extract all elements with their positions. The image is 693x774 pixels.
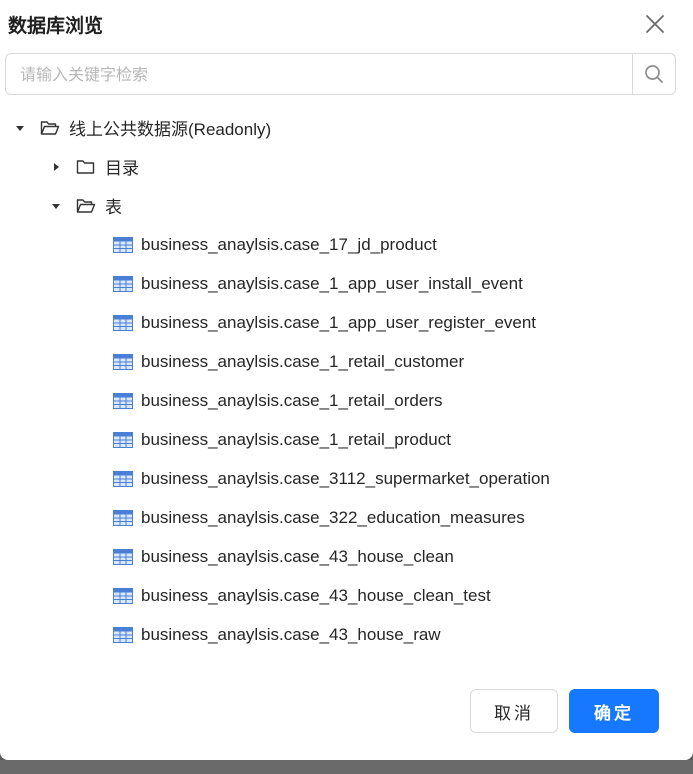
tree-node-directory[interactable]: 目录	[47, 147, 139, 186]
table-icon	[113, 392, 133, 409]
table-name: business_anaylsis.case_1_app_user_regist…	[141, 312, 537, 332]
database-tree: 线上公共数据源(Readonly) 目录 表 business_anaylsis…	[0, 108, 693, 670]
ok-button[interactable]: 确定	[569, 689, 659, 733]
tree-node-label: 表	[105, 198, 122, 217]
table-item[interactable]: business_anaylsis.case_43_house_raw	[113, 615, 441, 654]
table-name: business_anaylsis.case_1_retail_customer	[141, 351, 465, 371]
table-name: business_anaylsis.case_1_retail_orders	[141, 390, 443, 410]
table-icon	[113, 626, 133, 643]
table-name: business_anaylsis.case_3112_supermarket_…	[141, 468, 550, 488]
caret-down-icon[interactable]	[47, 197, 65, 215]
table-item[interactable]: business_anaylsis.case_3112_supermarket_…	[113, 459, 550, 498]
table-icon	[113, 314, 133, 331]
table-icon	[113, 275, 133, 292]
close-button[interactable]	[640, 9, 670, 39]
caret-right-icon[interactable]	[47, 158, 65, 176]
search-button[interactable]	[632, 54, 675, 94]
table-icon	[113, 431, 133, 448]
table-icon	[113, 470, 133, 487]
table-item[interactable]: business_anaylsis.case_1_app_user_instal…	[113, 264, 523, 303]
table-icon	[113, 587, 133, 604]
list-fade	[0, 652, 693, 672]
search-box	[5, 53, 676, 95]
table-item[interactable]: business_anaylsis.case_1_retail_product	[113, 420, 451, 459]
table-icon	[113, 353, 133, 370]
dialog-title: 数据库浏览	[8, 15, 104, 37]
table-name: business_anaylsis.case_322_education_mea…	[141, 507, 525, 527]
folder-open-icon	[75, 197, 97, 215]
tree-node-tables[interactable]: 表	[47, 186, 122, 225]
search-icon	[645, 65, 663, 83]
database-browser-dialog: 数据库浏览 线上公共数据源(Readonly)	[0, 0, 693, 760]
table-item[interactable]: business_anaylsis.case_43_house_clean	[113, 537, 454, 576]
table-item[interactable]: business_anaylsis.case_1_app_user_regist…	[113, 303, 536, 342]
table-name: business_anaylsis.case_43_house_raw	[141, 624, 441, 644]
table-item[interactable]: business_anaylsis.case_17_jd_product	[113, 225, 437, 264]
caret-down-icon[interactable]	[11, 119, 29, 137]
table-name: business_anaylsis.case_43_house_clean	[141, 546, 454, 566]
table-item[interactable]: business_anaylsis.case_1_retail_orders	[113, 381, 442, 420]
close-icon	[646, 15, 664, 33]
table-item[interactable]: business_anaylsis.case_43_house_clean_te…	[113, 576, 491, 615]
table-icon	[113, 236, 133, 253]
table-name: business_anaylsis.case_43_house_clean_te…	[141, 585, 491, 605]
table-item[interactable]: business_anaylsis.case_1_retail_customer	[113, 342, 464, 381]
cancel-button[interactable]: 取消	[470, 689, 558, 733]
tree-node-label: 线上公共数据源(Readonly)	[69, 120, 272, 139]
search-input[interactable]	[6, 54, 632, 94]
table-icon	[113, 548, 133, 565]
table-name: business_anaylsis.case_1_app_user_instal…	[141, 273, 523, 293]
tree-node-label: 目录	[105, 159, 139, 178]
folder-open-icon	[39, 119, 61, 137]
table-name: business_anaylsis.case_17_jd_product	[141, 234, 437, 254]
background-overlay	[0, 760, 693, 774]
table-icon	[113, 509, 133, 526]
table-name: business_anaylsis.case_1_retail_product	[141, 429, 451, 449]
table-item[interactable]: business_anaylsis.case_322_education_mea…	[113, 498, 525, 537]
tree-node-root[interactable]: 线上公共数据源(Readonly)	[11, 108, 271, 147]
folder-icon	[75, 158, 97, 176]
